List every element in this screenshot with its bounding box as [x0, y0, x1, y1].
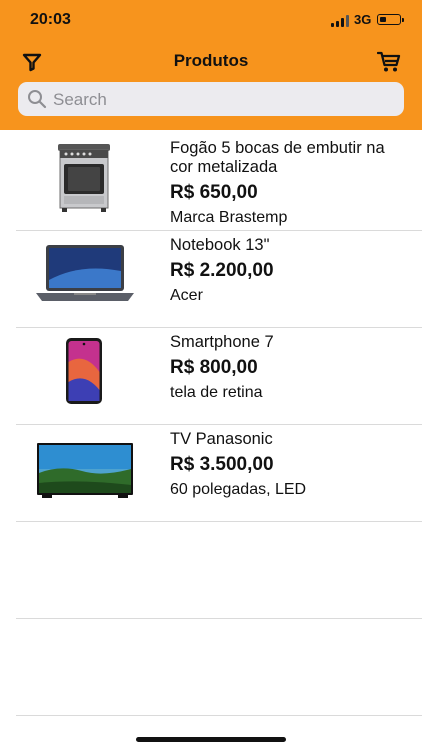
status-time: 20:03 — [30, 11, 71, 28]
product-price: R$ 2.200,00 — [170, 260, 274, 281]
search-icon — [28, 90, 47, 109]
row-divider — [16, 618, 422, 619]
cart-button[interactable] — [375, 48, 403, 76]
product-list: Fogão 5 bocas de embutir na cor metaliza… — [0, 130, 422, 716]
stove-image — [58, 144, 110, 212]
signal-icon — [331, 15, 349, 27]
product-row[interactable]: Fogão 5 bocas de embutir na cor metaliza… — [0, 130, 422, 227]
cart-icon — [377, 51, 401, 72]
home-indicator[interactable] — [136, 737, 286, 742]
nav-bar: Produtos — [0, 40, 422, 84]
page-title: Produtos — [173, 51, 249, 70]
product-description: tela de retina — [170, 384, 263, 401]
row-divider — [16, 715, 422, 716]
app-header: 20:03 3G Produtos — [0, 0, 422, 130]
smartphone-image — [66, 338, 102, 404]
product-price: R$ 800,00 — [170, 357, 258, 378]
search-bar[interactable] — [18, 82, 404, 118]
search-input[interactable] — [51, 82, 395, 118]
row-divider — [16, 521, 422, 522]
product-description: Marca Brastemp — [170, 209, 288, 226]
tv-image — [37, 443, 133, 498]
product-name: Smartphone 7 — [170, 333, 274, 351]
product-price: R$ 650,00 — [170, 182, 258, 203]
product-row[interactable]: Smartphone 7 R$ 800,00 tela de retina — [0, 324, 422, 421]
product-description: Acer — [170, 287, 203, 304]
product-row[interactable]: TV Panasonic R$ 3.500,00 60 polegadas, L… — [0, 421, 422, 518]
product-row[interactable]: Notebook 13" R$ 2.200,00 Acer — [0, 227, 422, 324]
network-type: 3G — [354, 12, 372, 27]
status-bar: 20:03 3G — [0, 0, 422, 40]
product-name: Fogão 5 bocas de embutir na cor metaliza… — [170, 139, 385, 176]
product-name: Notebook 13" — [170, 236, 270, 254]
product-price: R$ 3.500,00 — [170, 454, 274, 475]
product-description: 60 polegadas, LED — [170, 481, 307, 498]
product-name: TV Panasonic — [170, 430, 273, 448]
battery-icon — [377, 14, 404, 25]
laptop-image — [36, 245, 134, 301]
